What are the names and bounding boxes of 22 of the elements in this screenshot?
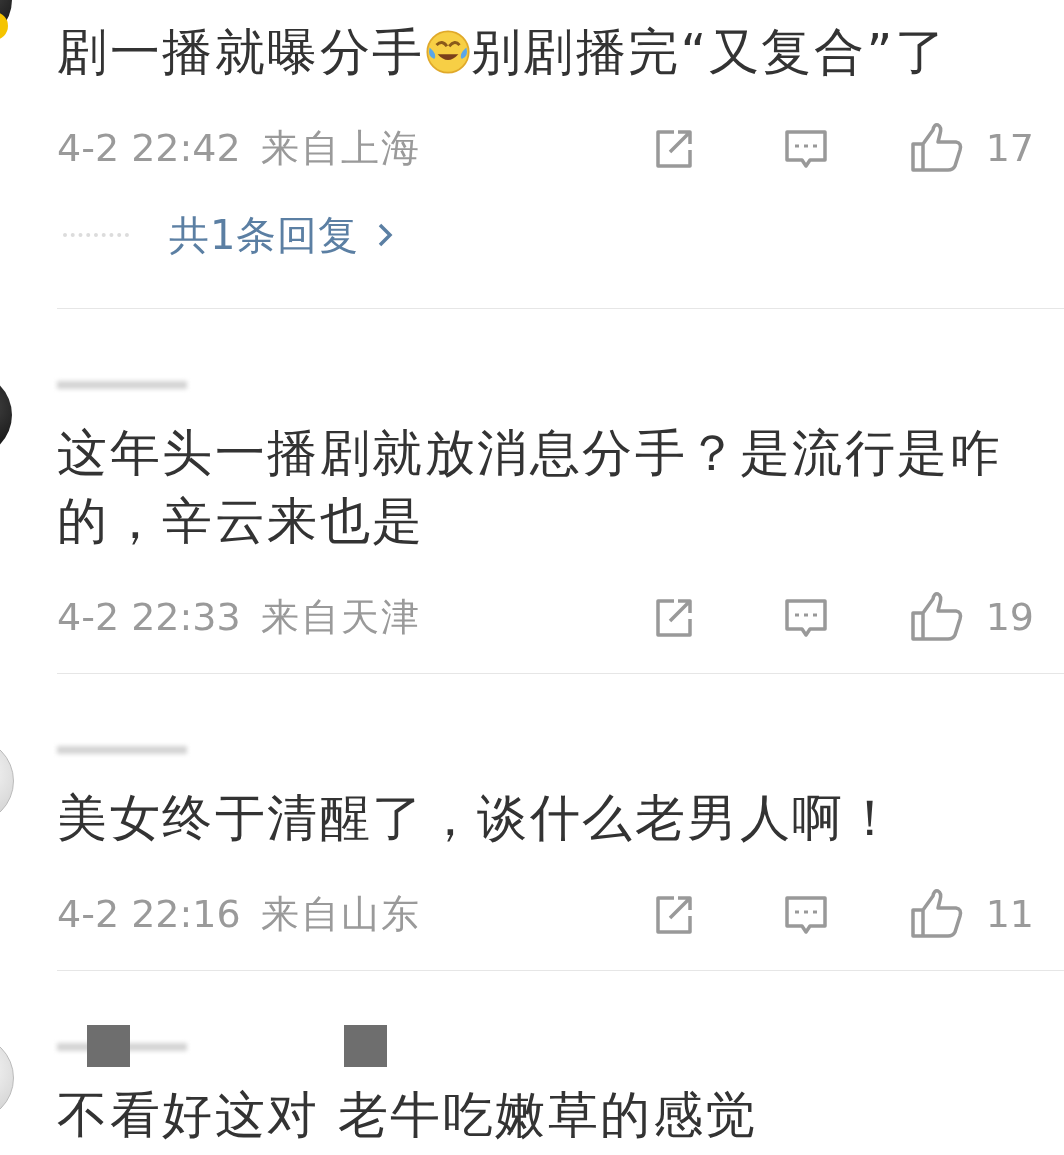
comment-text: 别剧播完“又复合”了 <box>470 23 948 81</box>
comment-text: 不看好这对 老牛吃嫩草的感觉 <box>57 1086 758 1144</box>
comment-location: 来自山东 <box>260 890 421 938</box>
dotted-line <box>63 233 129 237</box>
like-count: 19 <box>985 595 1034 639</box>
comment-time: 4-2 22:16 <box>57 892 241 936</box>
comment-text: 剧一播就曝分手 <box>57 23 425 81</box>
redaction-block <box>344 1025 387 1067</box>
like-count: 11 <box>985 892 1034 936</box>
thumbs-up-icon[interactable] <box>909 122 964 174</box>
replies-link[interactable]: 共1条回复 <box>169 207 360 263</box>
comment-time: 4-2 22:42 <box>57 126 241 170</box>
like-count: 17 <box>985 126 1034 170</box>
comment-location: 来自上海 <box>260 124 421 172</box>
redaction-block <box>87 1025 130 1067</box>
comment-text: 美女终于清醒了，谈什么老男人啊！ <box>57 789 897 847</box>
laughing-crying-emoji-icon <box>424 29 471 75</box>
comment-location: 来自天津 <box>260 593 421 641</box>
thumbs-up-icon[interactable] <box>909 888 964 940</box>
thumbs-up-icon[interactable] <box>909 591 964 643</box>
comment-text: 这年头一播剧就放消息分手？是流行是咋的，辛云来也是 <box>57 424 1002 550</box>
comment-time: 4-2 22:33 <box>57 595 241 639</box>
